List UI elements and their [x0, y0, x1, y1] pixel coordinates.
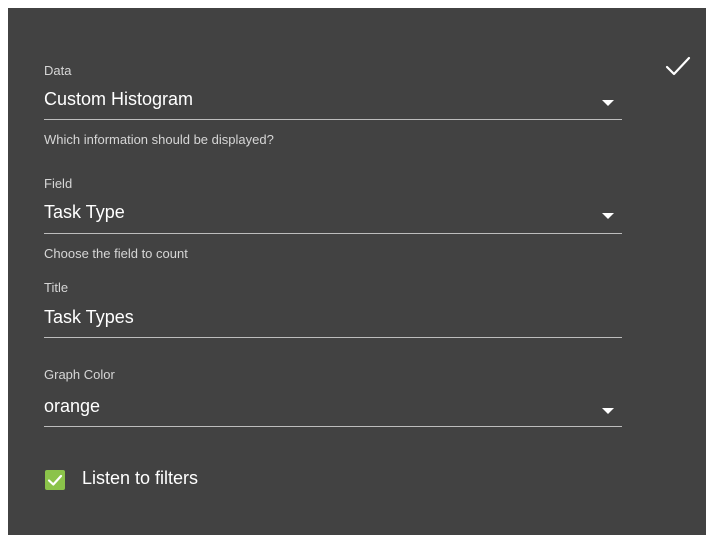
dropdown-arrow-icon: [602, 408, 614, 414]
graph-color-select[interactable]: orange: [44, 392, 622, 422]
checkmark-icon: [665, 56, 691, 76]
graph-color-select-value: orange: [44, 396, 101, 416]
graph-color-underline: [44, 426, 622, 427]
field-underline: [44, 233, 622, 234]
widget-settings-panel: Data Custom Histogram Which information …: [8, 8, 706, 535]
data-label: Data: [44, 63, 72, 78]
title-label: Title: [44, 280, 69, 295]
dropdown-arrow-icon: [602, 100, 614, 106]
title-underline: [44, 337, 622, 338]
field-select-value: Task Type: [44, 202, 125, 222]
field-hint: Choose the field to count: [44, 246, 188, 261]
graph-color-label: Graph Color: [44, 367, 115, 382]
checkbox-checked-icon: [45, 470, 65, 490]
data-underline: [44, 119, 622, 120]
data-select-value: Custom Histogram: [44, 89, 194, 109]
confirm-button[interactable]: [664, 54, 692, 78]
data-select[interactable]: Custom Histogram: [44, 84, 622, 114]
field-label: Field: [44, 176, 73, 191]
field-select[interactable]: Task Type: [44, 197, 622, 227]
listen-to-filters-label: Listen to filters: [82, 468, 199, 488]
dropdown-arrow-icon: [602, 213, 614, 219]
title-input-value: Task Types: [44, 307, 134, 327]
title-input[interactable]: Task Types: [44, 303, 622, 333]
data-hint: Which information should be displayed?: [44, 132, 274, 147]
